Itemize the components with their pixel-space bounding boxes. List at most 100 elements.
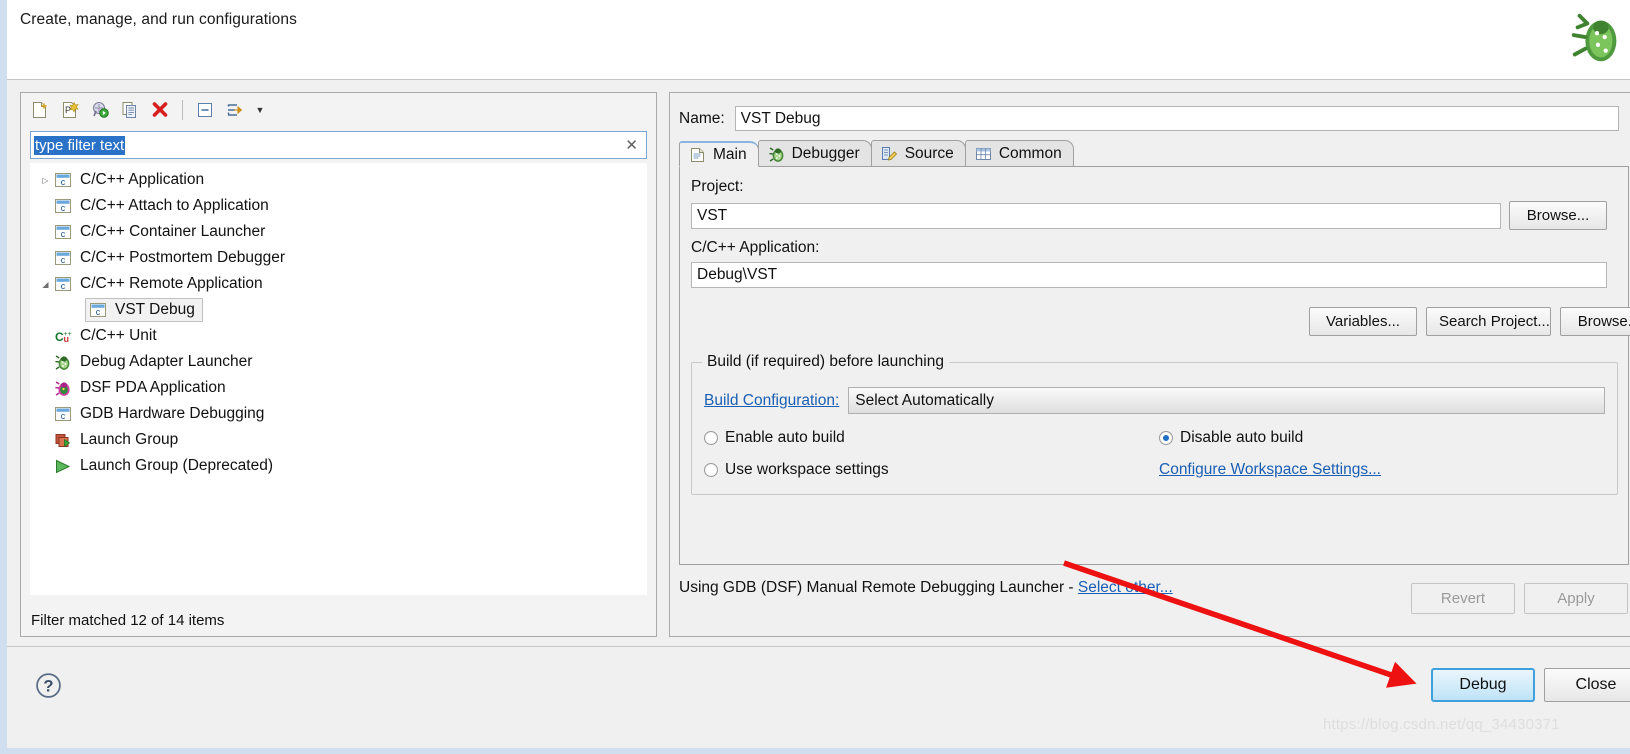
tree-item-c-c-remote-application[interactable]: ◢ c C/C++ Remote Application [31,271,647,297]
export-icon[interactable] [86,97,114,123]
tree-toolbar: P ▼ [21,93,656,127]
tab-main[interactable]: Main [679,141,759,167]
chevron-down-icon[interactable]: ◢ [37,280,54,289]
delete-icon[interactable] [146,97,174,123]
tree-item-body: c C/C++ Attach to Application [54,197,269,215]
tree-item-body: Launch Group (Deprecated) [54,457,273,475]
tree-item-label: GDB Hardware Debugging [80,405,265,422]
debug-button[interactable]: Debug [1431,668,1535,702]
disable-auto-build-radio[interactable]: Disable auto build [1159,429,1381,447]
search-project-button[interactable]: Search Project... [1426,307,1551,336]
revert-button[interactable]: Revert [1411,583,1515,614]
bug-icon [768,146,785,162]
tree-item-body: Launch Group [54,431,178,449]
tree-item-selected: c VST Debug [85,298,203,322]
c-file-icon: c [54,172,73,189]
new-configuration-icon[interactable] [26,97,54,123]
configurations-tree-panel: P ▼ type filter text ✕ ▷ c C/C++ Applica… [20,92,657,637]
tree-item-vst-debug[interactable]: c VST Debug [31,297,647,323]
page-title: Create, manage, and run configurations [20,11,297,28]
tree-item-c-c-attach-to-application[interactable]: c C/C++ Attach to Application [31,193,647,219]
svg-text:c: c [61,411,66,421]
project-input[interactable] [691,202,1501,229]
tree-item-body: C ++ u C/C++ Unit [54,327,157,345]
svg-text:c: c [61,229,66,239]
tree-item-label: Debug Adapter Launcher [80,353,253,370]
svg-text:c: c [96,307,101,317]
configurations-tree[interactable]: ▷ c C/C++ Application c C/C++ Attach to Appl… [30,163,647,595]
apply-button[interactable]: Apply [1524,583,1628,614]
search-input-value: type filter text [34,135,126,155]
chevron-down-icon[interactable]: ▼ [251,97,269,123]
build-configuration-value: Select Automatically [855,391,994,409]
tree-item-body: c C/C++ Container Launcher [54,223,265,241]
tab-source[interactable]: Source [870,140,966,166]
tree-item-c-c-container-launcher[interactable]: c C/C++ Container Launcher [31,219,647,245]
variables-button[interactable]: Variables... [1309,307,1417,336]
filter-status-label: Filter matched 12 of 14 items [31,612,225,629]
launcher-note-text: Using GDB (DSF) Manual Remote Debugging … [679,579,1078,596]
source-edit-icon [881,146,898,162]
tree-item-body: c C/C++ Application [54,171,204,189]
tab-label: Debugger [791,144,860,162]
svg-text:c: c [61,203,66,213]
project-browse-button[interactable]: Browse... [1509,201,1607,230]
close-button[interactable]: Close [1544,668,1630,702]
pda-bug-icon [54,380,73,397]
select-other-launcher-link[interactable]: Select other... [1078,579,1173,596]
tree-item-body: DSF PDA Application [54,379,226,397]
radio-indicator [704,463,718,477]
config-tabs[interactable]: Main Debugger Source Common [679,140,1629,167]
tree-item-dsf-pda-application[interactable]: DSF PDA Application [31,375,647,401]
tab-label: Main [713,145,747,163]
clear-filter-icon[interactable]: ✕ [625,136,638,154]
svg-text:u: u [64,334,70,344]
launcher-note: Using GDB (DSF) Manual Remote Debugging … [679,576,1379,599]
new-prototype-icon[interactable]: P [56,97,84,123]
tree-item-label: DSF PDA Application [80,379,226,396]
watermark: https://blog.csdn.net/qq_34430371 [1323,716,1560,733]
tree-item-c-c-application[interactable]: ▷ c C/C++ Application [31,167,647,193]
configure-workspace-settings-link[interactable]: Configure Workspace Settings... [1159,461,1381,478]
bug-icon [1566,8,1628,70]
table-icon [975,146,992,162]
search-input[interactable]: type filter text ✕ [30,131,647,159]
tree-item-debug-adapter-launcher[interactable]: Debug Adapter Launcher [31,349,647,375]
tab-debugger[interactable]: Debugger [757,140,872,166]
tree-item-gdb-hardware-debugging[interactable]: c GDB Hardware Debugging [31,401,647,427]
main-tab-content: Project: Browse... C/C++ Application: Va… [679,167,1630,565]
tree-item-c-c-unit[interactable]: C ++ u C/C++ Unit [31,323,647,349]
debug-configurations-dialog: Create, manage, and run configurations P… [0,0,1630,754]
build-group-title: Build (if required) before launching [702,353,949,371]
disable-auto-build-label: Disable auto build [1180,429,1304,446]
tree-item-label: C/C++ Container Launcher [80,223,266,240]
name-input[interactable] [734,106,1619,131]
help-icon[interactable]: ? [35,672,62,699]
application-input[interactable] [691,262,1607,288]
radio-indicator [704,431,718,445]
tree-item-body: Debug Adapter Launcher [54,353,252,371]
tab-common[interactable]: Common [964,140,1074,166]
dialog-action-buttons: Debug Close [1431,668,1630,702]
document-icon [689,147,706,163]
use-workspace-settings-radio[interactable]: Use workspace settings [704,461,1159,479]
filter-icon[interactable] [221,97,249,123]
build-configuration-combo[interactable]: Select Automatically [848,387,1605,414]
build-configuration-link[interactable]: Build Configuration: [704,392,839,410]
tree-item-body: c C/C++ Remote Application [54,275,263,293]
chevron-right-icon[interactable]: ▷ [37,176,54,185]
collapse-all-icon[interactable] [191,97,219,123]
tree-item-launch-group-deprecated[interactable]: Launch Group (Deprecated) [31,453,647,479]
svg-text:?: ? [43,677,53,696]
tree-item-body: c GDB Hardware Debugging [54,405,264,423]
tree-item-c-c-postmortem-debugger[interactable]: c C/C++ Postmortem Debugger [31,245,647,271]
enable-auto-build-radio[interactable]: Enable auto build [704,429,1159,447]
tree-item-body: c C/C++ Postmortem Debugger [54,249,285,267]
build-before-launch-group: Build (if required) before launching Bui… [691,353,1618,495]
cunit-icon: C ++ u [54,328,73,345]
duplicate-icon[interactable] [116,97,144,123]
application-browse-button[interactable]: Browse... [1560,307,1630,336]
tree-item-launch-group[interactable]: Launch Group [31,427,647,453]
tree-item-label: C/C++ Unit [80,327,157,344]
application-label: C/C++ Application: [691,239,820,256]
